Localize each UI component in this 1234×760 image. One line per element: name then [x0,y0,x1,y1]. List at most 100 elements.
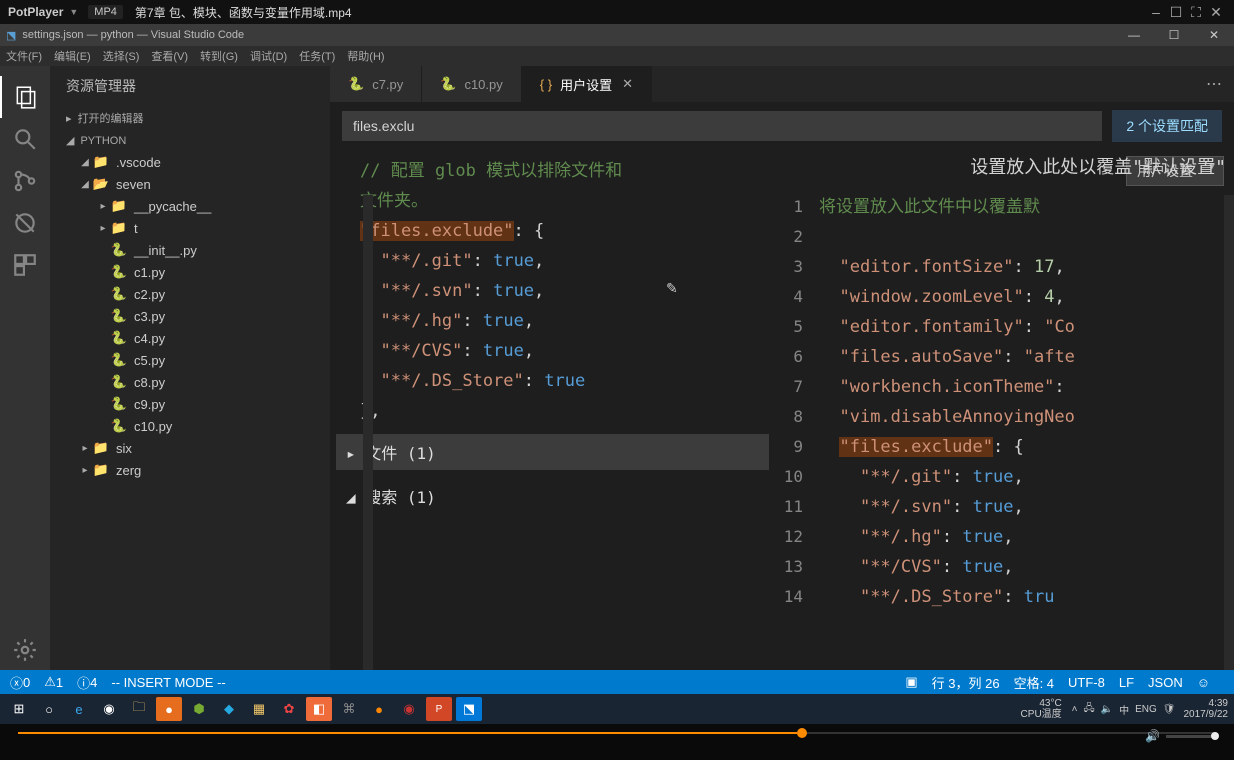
minimap-left[interactable] [363,195,373,671]
menu-view[interactable]: 查看(V) [151,48,188,64]
section-files[interactable]: ▸ 文件 (1) [336,434,769,470]
status-screencast-icon[interactable]: ▣ [905,674,917,690]
file-c5[interactable]: 🐍c5.py [60,349,330,371]
taskbar-app-6[interactable]: ◧ [306,697,332,721]
cortana-icon[interactable]: ○ [36,697,62,721]
explorer-sidebar: 资源管理器 ▸打开的编辑器 ◢PYTHON ◢📁.vscode ◢📂seven … [50,66,330,671]
minimap-right[interactable] [1224,195,1234,671]
status-feedback-icon[interactable]: ☺ [1197,675,1210,690]
edge-icon[interactable]: e [66,697,92,721]
potplayer-logo[interactable]: PotPlayer [8,5,63,19]
menu-selection[interactable]: 选择(S) [103,48,140,64]
tray-volume-icon[interactable]: 🔈 [1101,704,1113,715]
status-info[interactable]: ⓘ 4 [77,673,97,692]
status-warnings[interactable]: ⚠ 1 [44,674,63,690]
menu-go[interactable]: 转到(G) [200,48,238,64]
tray-chevron-icon[interactable]: ˄ [1072,704,1078,715]
tray-clock[interactable]: 4:392017/9/22 [1184,698,1229,720]
fullscreen-icon[interactable]: ⛶ [1186,4,1206,21]
default-settings-pane[interactable]: // 配置 glob 模式以排除文件和 文件夹。 "files.exclude"… [330,150,775,671]
tray-security-icon[interactable]: 🛡 [1163,704,1176,715]
folder-seven[interactable]: ◢📂seven [60,173,330,195]
source-control-icon[interactable] [0,160,50,202]
opened-editors-section[interactable]: ▸打开的编辑器 [50,106,330,130]
folder-zerg[interactable]: ▸📁zerg [60,459,330,481]
tab-c10[interactable]: 🐍c10.py [422,66,522,102]
taskbar-app-4[interactable]: ▦ [246,697,272,721]
tabs-overflow-icon[interactable]: ⋯ [1194,66,1234,102]
section-search[interactable]: ◢ 搜索 (1) [336,478,769,514]
volume-slider[interactable] [1166,735,1216,738]
potplayer-titlebar: PotPlayer ▼ MP4 第7章 包、模块、函数与变量作用域.mp4 – … [0,0,1234,24]
tray-ime-zh[interactable]: 中 [1119,702,1129,717]
file-c1[interactable]: 🐍c1.py [60,261,330,283]
vscode-close-button[interactable]: ✕ [1194,28,1234,42]
tab-close-icon[interactable]: ✕ [622,76,633,92]
vscode-titlebar[interactable]: ⬔ settings.json — python — Visual Studio… [0,24,1234,46]
menu-file[interactable]: 文件(F) [6,48,42,64]
maximize-icon[interactable]: ☐ [1166,4,1186,21]
menu-edit[interactable]: 编辑(E) [54,48,91,64]
folder-vscode[interactable]: ◢📁.vscode [60,151,330,173]
file-c3[interactable]: 🐍c3.py [60,305,330,327]
taskbar-app-7[interactable]: ⌘ [336,697,362,721]
file-c8[interactable]: 🐍c8.py [60,371,330,393]
powerpoint-icon[interactable]: P [426,697,452,721]
status-errors[interactable]: ⓧ 0 [10,673,30,692]
folder-pycache[interactable]: ▸📁__pycache__ [60,195,330,217]
menu-tasks[interactable]: 任务(T) [299,48,335,64]
close-icon[interactable]: ✕ [1206,4,1226,21]
folder-six[interactable]: ▸📁six [60,437,330,459]
settings-search-input[interactable] [342,111,1102,141]
activity-bar [0,66,50,671]
status-encoding[interactable]: UTF-8 [1068,675,1105,690]
search-icon[interactable] [0,118,50,160]
tab-settings[interactable]: { }用户设置✕ [522,66,652,102]
volume-icon[interactable]: 🔊 [1145,729,1160,743]
folder-t[interactable]: ▸📁t [60,217,330,239]
file-c4[interactable]: 🐍c4.py [60,327,330,349]
status-vim-mode: -- INSERT MODE -- [111,675,225,690]
chrome-icon[interactable]: ◉ [96,697,122,721]
minimize-icon[interactable]: – [1146,4,1166,20]
tab-c7[interactable]: 🐍c7.py [330,66,422,102]
menu-help[interactable]: 帮助(H) [347,48,384,64]
status-indentation[interactable]: 空格: 4 [1014,673,1054,692]
video-format-badge: MP4 [88,5,123,19]
taskbar-app-3[interactable]: ◆ [216,697,242,721]
vscode-maximize-button[interactable]: ☐ [1154,28,1194,42]
start-button[interactable]: ⊞ [6,697,32,721]
menu-debug[interactable]: 调试(D) [250,48,287,64]
potplayer-menu-chevron[interactable]: ▼ [69,7,78,17]
tray-ime-eng[interactable]: ENG [1135,704,1157,715]
tray-network-icon[interactable]: 🖧 [1084,701,1095,718]
vscode-menubar: 文件(F) 编辑(E) 选择(S) 查看(V) 转到(G) 调试(D) 任务(T… [0,46,1234,66]
file-explorer-icon[interactable]: 🗀 [126,697,152,721]
file-c2[interactable]: 🐍c2.py [60,283,330,305]
status-language[interactable]: JSON [1148,675,1183,690]
seek-bar[interactable] [18,732,1216,734]
taskbar-app-8[interactable]: ● [366,697,392,721]
taskbar-app-5[interactable]: ✿ [276,697,302,721]
taskbar-app-1[interactable]: ● [156,697,182,721]
editor-area: 🐍c7.py 🐍c10.py { }用户设置✕ ⋯ 2 个设置匹配 ✎ // 配… [330,66,1234,671]
status-cursor-pos[interactable]: 行 3，列 26 [932,673,1000,692]
file-c10[interactable]: 🐍c10.py [60,415,330,437]
file-init[interactable]: 🐍__init__.py [60,239,330,261]
vscode-minimize-button[interactable]: — [1114,28,1154,42]
explorer-icon[interactable] [0,76,50,118]
settings-gear-icon[interactable] [0,629,50,671]
file-c9[interactable]: 🐍c9.py [60,393,330,415]
status-eol[interactable]: LF [1119,675,1134,690]
extensions-icon[interactable] [0,244,50,286]
debug-icon[interactable] [0,202,50,244]
vscode-taskbar-icon[interactable]: ⬔ [456,697,482,721]
vscode-logo-icon: ⬔ [6,29,16,42]
vscode-window: ⬔ settings.json — python — Visual Studio… [0,24,1234,694]
taskbar-app-2[interactable]: ⬢ [186,697,212,721]
video-title: 第7章 包、模块、函数与变量作用域.mp4 [135,4,1146,21]
user-settings-pane[interactable]: 用户设置 设置放入此处以覆盖"默认设置" 1234567891011121314… [775,150,1234,671]
project-section[interactable]: ◢PYTHON [50,130,330,151]
taskbar-app-9[interactable]: ◉ [396,697,422,721]
status-bar: ⓧ 0 ⚠ 1 ⓘ 4 -- INSERT MODE -- ▣ 行 3，列 26… [0,670,1234,694]
